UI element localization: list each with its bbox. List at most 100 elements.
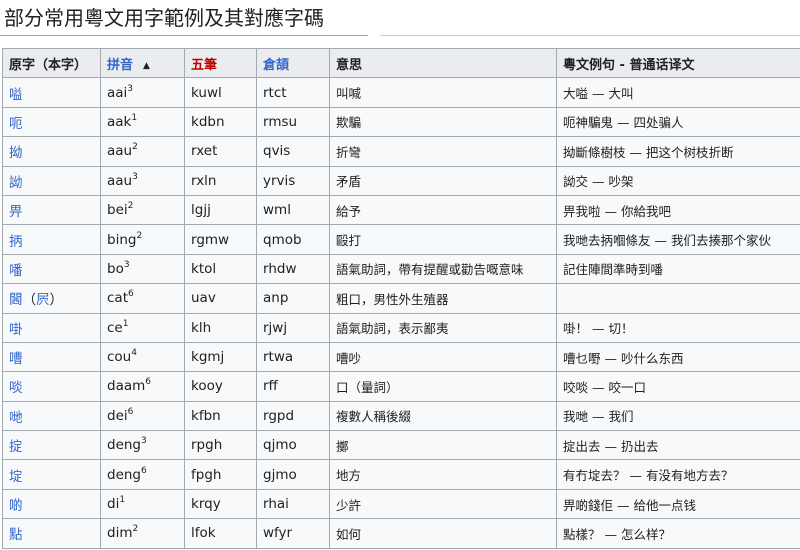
char-link[interactable]: 抦 xyxy=(9,234,23,250)
pinyin-text: aau xyxy=(107,143,133,160)
cell-example: 有冇埞去？ — 有没有地方去？ xyxy=(556,459,800,490)
pinyin-text: cat xyxy=(107,290,128,307)
table-row: 閪（屄） cat6 uav anp 粗口，男性外生殖器 xyxy=(2,283,800,314)
tone-number: 3 xyxy=(141,436,147,447)
cell-pinyin: dim2 xyxy=(100,518,185,549)
char-link[interactable]: 閪 xyxy=(9,292,23,308)
cell-pinyin: bei2 xyxy=(100,194,185,226)
tone-number: 3 xyxy=(132,171,138,182)
tone-number: 6 xyxy=(145,377,151,388)
char-link[interactable]: 掟 xyxy=(9,439,23,455)
cell-example: 呃神騙鬼 — 四处骗人 xyxy=(556,106,800,138)
heading-underline-right xyxy=(380,35,800,36)
char-link[interactable]: 點 xyxy=(9,527,23,543)
char-link[interactable]: 啲 xyxy=(9,498,23,514)
cell-pinyin: aak1 xyxy=(100,106,185,138)
header-pinyin-label[interactable]: 拼音 xyxy=(107,58,133,73)
char-link[interactable]: 噃 xyxy=(9,263,23,279)
cell-wubi: kuwl xyxy=(184,77,257,108)
cell-pinyin: bing2 xyxy=(100,224,185,255)
cell-meaning: 少許 xyxy=(329,488,557,520)
table-row: 噃 bo3 ktol rhdw 語氣助詞，帶有提醒或勸告嘅意味 記住陣間準時到噃 xyxy=(2,253,800,285)
cell-pinyin: dei6 xyxy=(100,400,185,432)
cell-pinyin: cou4 xyxy=(100,341,185,373)
cell-meaning: 複數人稱後綴 xyxy=(329,400,557,432)
table-row: 啩 ce1 klh rjwj 語氣助詞，表示鄙夷 啩！ — 切！ xyxy=(2,312,800,343)
cell-original-char: 啲 xyxy=(2,488,101,520)
table-row: 詏 aau3 rxln yrvis 矛盾 詏交 — 吵架 xyxy=(2,165,800,196)
table-header-row: 原字（本字） 拼音 ▲ 五筆 倉頡 意思 粵文例句 - 普通话译文 xyxy=(2,47,800,79)
cell-example: 嘈乜嘢 — 吵什么东西 xyxy=(556,341,800,373)
tone-number: 3 xyxy=(123,259,130,270)
header-wubi-link[interactable]: 五筆 xyxy=(191,58,217,73)
char-link[interactable]: 詏 xyxy=(9,175,23,191)
cell-wubi: klh xyxy=(184,312,257,343)
cell-original-char: 畀 xyxy=(2,194,101,226)
pinyin-text: daam xyxy=(107,378,146,395)
char-link[interactable]: 埞 xyxy=(9,469,23,485)
cell-cangjie: anp xyxy=(256,283,330,314)
pinyin-text: deng xyxy=(107,437,142,454)
cell-meaning: 如何 xyxy=(329,518,557,549)
cell-wubi: kdbn xyxy=(184,106,257,138)
cell-cangjie: qjmo xyxy=(256,430,330,461)
cell-cangjie: rjwj xyxy=(256,312,330,343)
cell-meaning: 口（量詞） xyxy=(329,371,557,402)
cell-original-char: 嗌 xyxy=(2,77,101,108)
cell-example: 掟出去 — 扔出去 xyxy=(556,430,800,461)
header-pinyin[interactable]: 拼音 ▲ xyxy=(100,47,185,79)
char-link[interactable]: 嗌 xyxy=(9,87,23,103)
header-cangjie[interactable]: 倉頡 xyxy=(256,47,330,79)
cell-meaning: 欺騙 xyxy=(329,106,557,138)
cell-cangjie: rhdw xyxy=(256,253,330,285)
header-wubi[interactable]: 五筆 xyxy=(184,47,257,79)
cell-cangjie: rhai xyxy=(256,488,330,520)
cell-example: 畀我啦 — 你給我吧 xyxy=(556,194,800,226)
cell-meaning: 語氣助詞，表示鄙夷 xyxy=(329,312,557,343)
cell-wubi: lgjj xyxy=(184,194,257,226)
tone-number: 2 xyxy=(127,201,134,212)
header-cangjie-link[interactable]: 倉頡 xyxy=(263,58,289,73)
char-link[interactable]: 畀 xyxy=(9,204,23,220)
table-row: 啖 daam6 kooy rff 口（量詞） 咬啖 — 咬一口 xyxy=(2,371,800,402)
cell-original-char: 閪（屄） xyxy=(2,283,101,314)
char-link[interactable]: 呃 xyxy=(9,116,23,132)
tone-number: 6 xyxy=(128,289,134,300)
cell-original-char: 呃 xyxy=(2,106,101,138)
char-link[interactable]: 啖 xyxy=(9,380,23,396)
table-row: 啲 di1 krqy rhai 少許 畀啲錢佢 — 给他一点钱 xyxy=(2,488,800,520)
header-meaning: 意思 xyxy=(329,47,557,79)
char-link[interactable]: 拗 xyxy=(9,145,23,161)
pinyin-text: di xyxy=(107,496,120,513)
cell-pinyin: deng6 xyxy=(100,459,185,490)
heading-underline xyxy=(0,35,368,36)
tone-number: 6 xyxy=(141,465,147,476)
cell-example: 拗斷條樹枝 — 把这个树枝折断 xyxy=(556,136,800,167)
cell-original-char: 掟 xyxy=(2,430,101,461)
char-link[interactable]: 嘈 xyxy=(9,351,23,367)
cell-pinyin: di1 xyxy=(100,488,185,520)
alt-char-link[interactable]: 屄 xyxy=(36,292,50,308)
header-original-char: 原字（本字） xyxy=(2,47,101,79)
char-link[interactable]: 啩 xyxy=(9,322,23,338)
cell-original-char: 啖 xyxy=(2,371,101,402)
cell-meaning: 語氣助詞，帶有提醒或勸告嘅意味 xyxy=(329,253,557,285)
cell-original-char: 埞 xyxy=(2,459,101,490)
table-row: 拗 aau2 rxet qvis 折彎 拗斷條樹枝 — 把这个树枝折断 xyxy=(2,136,800,167)
pinyin-text: aak xyxy=(107,113,132,130)
tone-number: 2 xyxy=(132,524,139,535)
cell-wubi: rxln xyxy=(184,165,257,196)
cell-cangjie: yrvis xyxy=(256,165,330,196)
cell-pinyin: aau3 xyxy=(100,165,185,196)
cell-wubi: fpgh xyxy=(184,459,257,490)
cell-cangjie: wml xyxy=(256,194,330,226)
cell-cangjie: rgpd xyxy=(256,400,330,432)
cell-pinyin: cat6 xyxy=(100,283,185,314)
cell-wubi: kgmj xyxy=(184,341,257,373)
char-link[interactable]: 哋 xyxy=(9,410,23,426)
table-row: 嘈 cou4 kgmj rtwa 嘈吵 嘈乜嘢 — 吵什么东西 xyxy=(2,341,800,373)
pinyin-text: ce xyxy=(107,319,123,336)
sort-icon[interactable]: ▲ xyxy=(143,61,150,71)
cell-example: 畀啲錢佢 — 给他一点钱 xyxy=(556,488,800,520)
cell-example: 記住陣間準時到噃 xyxy=(556,253,800,285)
